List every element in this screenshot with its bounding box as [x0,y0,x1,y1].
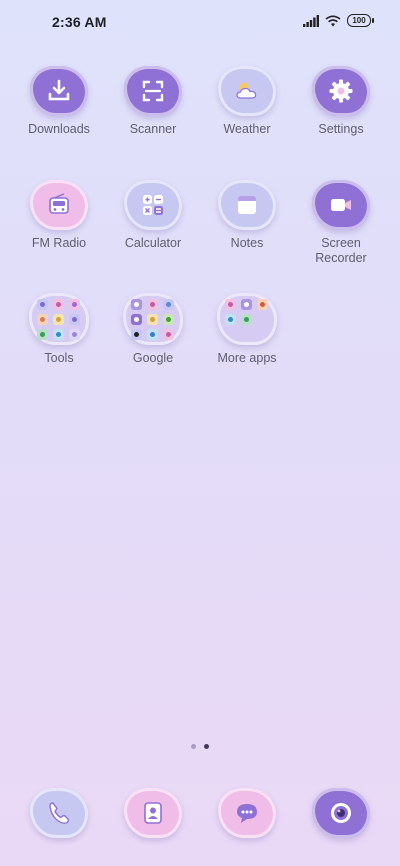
app-label: Screen Recorder [315,236,367,265]
dock-contacts[interactable] [106,788,200,838]
app-calculator[interactable]: Calculator [106,180,200,251]
app-label: Settings [318,122,364,136]
dock-messages[interactable] [200,788,294,838]
battery-level: 100 [347,14,371,27]
app-label: Scanner [129,122,177,136]
app-label: Notes [230,236,264,250]
chat-bubble-icon [218,788,276,838]
camera-icon [312,788,370,838]
battery-icon: 100 [347,14,374,27]
dock-camera[interactable] [294,788,388,838]
status-bar: 2:36 AM 100 [0,0,400,44]
app-scanner[interactable]: Scanner [106,66,200,137]
app-label: Calculator [124,236,182,250]
folder-preview-icon [29,293,89,345]
app-label: Downloads [28,122,90,136]
radio-icon [30,180,88,230]
folder-more-apps[interactable]: More apps [200,293,294,366]
app-weather[interactable]: Weather [200,66,294,137]
wifi-icon [325,15,341,26]
download-icon [30,66,88,116]
scanner-icon [124,66,182,116]
app-label: Weather [223,122,271,136]
page-dot-2[interactable] [204,744,209,749]
app-fm-radio[interactable]: FM Radio [12,180,106,251]
signal-icon [303,14,319,27]
folder-preview-icon [123,293,183,345]
app-settings[interactable]: Settings [294,66,388,137]
dock [0,788,400,838]
weather-icon [218,66,276,116]
app-screen-recorder[interactable]: Screen Recorder [294,180,388,266]
dock-phone[interactable] [12,788,106,838]
status-icons: 100 [303,14,374,27]
contacts-icon [124,788,182,838]
notes-icon [218,180,276,230]
gear-icon [312,66,370,116]
video-camera-icon [312,180,370,230]
app-label: Google [132,351,174,365]
app-notes[interactable]: Notes [200,180,294,251]
folder-google[interactable]: Google [106,293,200,366]
page-indicator[interactable] [0,744,400,749]
folder-tools[interactable]: Tools [12,293,106,366]
calculator-icon [124,180,182,230]
phone-icon [30,788,88,838]
app-label: FM Radio [31,236,87,250]
folder-preview-icon [217,293,277,345]
status-time: 2:36 AM [52,14,107,30]
app-label: Tools [44,351,74,365]
app-downloads[interactable]: Downloads [12,66,106,137]
app-label: More apps [217,351,277,365]
page-dot-1[interactable] [191,744,196,749]
